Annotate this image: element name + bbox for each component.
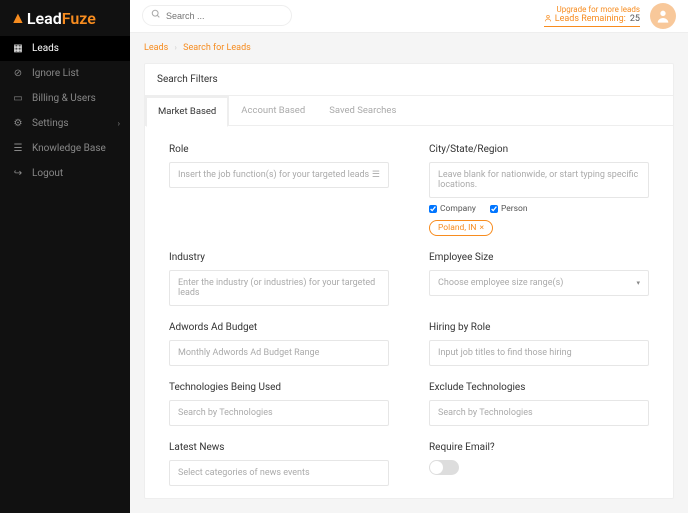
- breadcrumb: Leads › Search for Leads: [130, 33, 688, 63]
- close-icon[interactable]: ×: [480, 223, 485, 233]
- list-icon: ☰: [372, 170, 380, 180]
- sidebar-item-label: Leads: [32, 43, 59, 54]
- tech-label: Technologies Being Used: [169, 382, 389, 393]
- main: Upgrade for more leads Leads Remaining: …: [130, 0, 688, 513]
- sidebar-item-label: Ignore List: [32, 68, 79, 79]
- employee-select[interactable]: Choose employee size range(s) ▾: [429, 270, 649, 296]
- hiring-label: Hiring by Role: [429, 322, 649, 333]
- exclude-tech-input[interactable]: Search by Technologies: [429, 400, 649, 426]
- location-tag[interactable]: Poland, IN×: [429, 220, 493, 236]
- location-input[interactable]: Leave blank for nationwide, or start typ…: [429, 162, 649, 198]
- hiring-input[interactable]: Input job titles to find those hiring: [429, 340, 649, 366]
- topbar: Upgrade for more leads Leads Remaining: …: [130, 0, 688, 33]
- exclude-tech-label: Exclude Technologies: [429, 382, 649, 393]
- email-label: Require Email?: [429, 442, 649, 453]
- role-input[interactable]: Insert the job function(s) for your targ…: [169, 162, 389, 188]
- sidebar-item-label: Knowledge Base: [32, 143, 106, 154]
- tab-saved-searches[interactable]: Saved Searches: [317, 96, 408, 125]
- sidebar-item-settings[interactable]: ⚙ Settings ›: [0, 111, 130, 136]
- book-icon: ☰: [10, 143, 26, 154]
- tabs: Market Based Account Based Saved Searche…: [145, 96, 673, 126]
- search-wrap[interactable]: [142, 5, 292, 26]
- industry-label: Industry: [169, 252, 389, 263]
- location-label: City/State/Region: [429, 144, 649, 155]
- tab-account-based[interactable]: Account Based: [229, 96, 317, 125]
- panel-title: Search Filters: [145, 64, 673, 96]
- chevron-right-icon: ›: [174, 43, 176, 52]
- sidebar-item-label: Billing & Users: [32, 93, 96, 104]
- news-label: Latest News: [169, 442, 389, 453]
- card-icon: ▭: [10, 93, 26, 104]
- avatar[interactable]: [650, 3, 676, 29]
- tech-input[interactable]: Search by Technologies: [169, 400, 389, 426]
- chevron-down-icon: ▾: [636, 279, 640, 287]
- logo: ▲LeadFuze: [0, 0, 130, 36]
- sidebar-item-label: Settings: [32, 118, 69, 129]
- ban-icon: ⊘: [10, 68, 26, 79]
- adwords-label: Adwords Ad Budget: [169, 322, 389, 333]
- search-icon: [151, 9, 161, 22]
- flame-icon: ▲: [10, 8, 26, 28]
- gear-icon: ⚙: [10, 118, 26, 129]
- sidebar-item-billing[interactable]: ▭ Billing & Users: [0, 86, 130, 111]
- tab-market-based[interactable]: Market Based: [145, 96, 229, 126]
- upgrade-link[interactable]: Upgrade for more leads: [544, 5, 640, 14]
- sidebar-item-kb[interactable]: ☰ Knowledge Base: [0, 136, 130, 161]
- logout-icon: ↪: [10, 168, 26, 179]
- grid-icon: ▦: [10, 43, 26, 54]
- chevron-right-icon: ›: [118, 119, 120, 128]
- employee-label: Employee Size: [429, 252, 649, 263]
- sidebar-item-logout[interactable]: ↪ Logout: [0, 161, 130, 186]
- breadcrumb-current: Search for Leads: [183, 43, 251, 53]
- sidebar-item-ignore[interactable]: ⊘ Ignore List: [0, 61, 130, 86]
- company-checkbox[interactable]: Company: [429, 204, 476, 214]
- sidebar-item-leads[interactable]: ▦ Leads: [0, 36, 130, 61]
- industry-input[interactable]: Enter the industry (or industries) for y…: [169, 270, 389, 306]
- require-email-toggle[interactable]: [429, 460, 459, 475]
- leads-remaining[interactable]: Leads Remaining: 25: [544, 14, 640, 27]
- content-panel: Search Filters Market Based Account Base…: [144, 63, 674, 499]
- sidebar-item-label: Logout: [32, 168, 63, 179]
- adwords-input[interactable]: Monthly Adwords Ad Budget Range: [169, 340, 389, 366]
- leads-info: Upgrade for more leads Leads Remaining: …: [544, 5, 640, 27]
- breadcrumb-root[interactable]: Leads: [144, 43, 168, 53]
- search-input[interactable]: [166, 11, 283, 21]
- role-label: Role: [169, 144, 389, 155]
- sidebar: ▲LeadFuze ▦ Leads ⊘ Ignore List ▭ Billin…: [0, 0, 130, 513]
- user-icon: [544, 14, 552, 25]
- person-checkbox[interactable]: Person: [490, 204, 528, 214]
- news-input[interactable]: Select categories of news events: [169, 460, 389, 486]
- remaining-count: 25: [630, 14, 640, 24]
